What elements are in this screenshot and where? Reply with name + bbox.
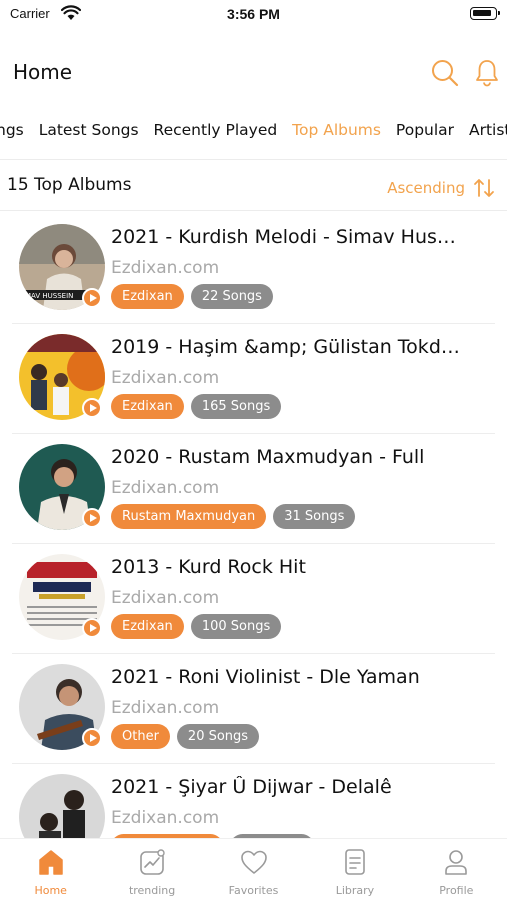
tab-popular[interactable]: Popular [391, 110, 459, 154]
play-icon[interactable] [82, 508, 102, 528]
songs-count-badge: 20 Songs [176, 724, 260, 749]
nav-library[interactable]: Library [304, 839, 405, 900]
profile-icon [445, 850, 468, 875]
artist-badge[interactable]: Ezdixan [111, 614, 184, 639]
album-cover [19, 774, 105, 838]
album-count: 15 Top Albums [7, 175, 132, 195]
category-tabs: ngs Latest Songs Recently Played Top Alb… [0, 110, 507, 154]
artist-badge[interactable]: Ezdixan [111, 284, 184, 309]
play-icon[interactable] [82, 728, 102, 748]
album-site: Ezdixan.com [111, 808, 220, 828]
album-badges: Other 20 Songs [111, 724, 260, 749]
songs-count-badge: 165 Songs [190, 394, 282, 419]
album-badges: Ezdixan 22 Songs [111, 284, 273, 309]
artist-badge[interactable]: Rustam Maxmudyan [111, 504, 267, 529]
nav-label: Profile [439, 884, 474, 897]
tab-latest-songs[interactable]: Latest Songs [34, 110, 144, 154]
nav-favorites[interactable]: Favorites [203, 839, 304, 900]
search-icon[interactable] [430, 58, 460, 88]
album-badges: Ezdixan 100 Songs [111, 614, 282, 639]
album-title: 2021 - Roni Violinist - Dle Yaman [111, 666, 420, 688]
battery-icon [470, 7, 500, 20]
album-site: Ezdixan.com [111, 698, 220, 718]
sort-order-label: Ascending [387, 179, 465, 197]
play-icon[interactable] [82, 618, 102, 638]
songs-count-badge: 22 Songs [190, 284, 273, 309]
album-title: 2019 - Haşim &amp; Gülistan Tokd… [111, 336, 460, 358]
sort-row: 15 Top Albums Ascending [0, 170, 507, 206]
album-title: 2013 - Kurd Rock Hit [111, 556, 306, 578]
home-icon [38, 850, 63, 875]
artist-badge[interactable]: Ezdixan [111, 394, 184, 419]
svg-text:MAV HUSSEIN: MAV HUSSEIN [25, 292, 73, 300]
album-item[interactable]: 2013 - Kurd Rock Hit Ezdixan.com Ezdixan… [0, 544, 507, 654]
trending-icon [140, 849, 165, 875]
album-site: Ezdixan.com [111, 368, 220, 388]
artist-badge[interactable]: Other [111, 724, 170, 749]
nav-home[interactable]: Home [0, 839, 101, 900]
page-title: Home [13, 60, 73, 84]
divider [0, 210, 507, 211]
album-site: Ezdixan.com [111, 588, 220, 608]
nav-label: Library [335, 884, 375, 897]
heart-icon [240, 850, 267, 874]
bottom-nav: Home trending Favorites Library Profile [0, 838, 507, 900]
album-item[interactable]: 2020 - Rustam Maxmudyan - Full Ezdixan.c… [0, 434, 507, 544]
tab-songs[interactable]: ngs [0, 110, 29, 154]
library-icon [345, 849, 365, 875]
album-list: MAV HUSSEIN 2021 - Kurdish Melodi - Sima… [0, 214, 507, 838]
songs-count-badge: 31 Songs [273, 504, 356, 529]
nav-label: Home [34, 884, 67, 897]
app-header: Home [0, 48, 507, 98]
nav-trending[interactable]: trending [101, 839, 202, 900]
nav-label: trending [128, 884, 176, 897]
album-badges: Ezdixan 165 Songs [111, 394, 282, 419]
album-item[interactable]: MAV HUSSEIN 2021 - Kurdish Melodi - Sima… [0, 214, 507, 324]
album-title: 2020 - Rustam Maxmudyan - Full [111, 446, 425, 468]
album-item[interactable]: 2021 - Roni Violinist - Dle Yaman Ezdixa… [0, 654, 507, 764]
album-site: Ezdixan.com [111, 258, 220, 278]
album-badges: Rustam Maxmudyan 31 Songs [111, 504, 356, 529]
tab-top-albums[interactable]: Top Albums [287, 110, 386, 154]
bell-icon[interactable] [474, 58, 500, 88]
nav-profile[interactable]: Profile [406, 839, 507, 900]
album-site: Ezdixan.com [111, 478, 220, 498]
album-title: 2021 - Kurdish Melodi - Simav Hus… [111, 226, 456, 248]
album-title: 2021 - Şiyar Û Dijwar - Delalê [111, 776, 392, 798]
songs-count-badge: 100 Songs [190, 614, 282, 639]
album-item[interactable]: 2021 - Şiyar Û Dijwar - Delalê Ezdixan.c… [0, 764, 507, 838]
tab-recently-played[interactable]: Recently Played [149, 110, 283, 154]
sort-order-button[interactable]: Ascending [387, 175, 495, 201]
nav-label: Favorites [228, 884, 279, 897]
status-time: 3:56 PM [227, 6, 280, 22]
play-icon[interactable] [82, 288, 102, 308]
play-icon[interactable] [82, 398, 102, 418]
sort-arrows-icon [474, 179, 494, 197]
status-bar: Carrier 3:56 PM [0, 0, 507, 30]
divider [0, 159, 507, 160]
album-item[interactable]: 2019 - Haşim &amp; Gülistan Tokd… Ezdixa… [0, 324, 507, 434]
tab-artists[interactable]: Artists [464, 110, 507, 154]
